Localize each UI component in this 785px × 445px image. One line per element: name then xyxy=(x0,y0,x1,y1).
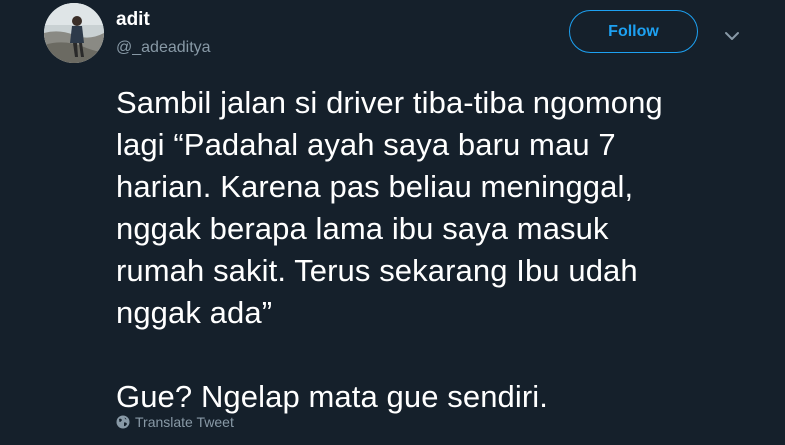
tweet-text: Sambil jalan si driver tiba-tiba ngomong… xyxy=(116,85,663,414)
author-display-name[interactable]: adit xyxy=(116,8,150,32)
avatar-image xyxy=(44,3,104,63)
translate-tweet-link[interactable]: Translate Tweet xyxy=(116,413,234,431)
follow-button[interactable]: Follow xyxy=(569,10,698,53)
tweet-card: adit @_adeaditya Follow Sambil jalan si … xyxy=(0,0,785,445)
avatar[interactable] xyxy=(44,3,104,63)
author-handle[interactable]: @_adeaditya xyxy=(116,38,211,58)
translate-tweet-label: Translate Tweet xyxy=(135,414,234,430)
more-options-button[interactable] xyxy=(716,22,748,50)
globe-icon xyxy=(116,415,130,429)
chevron-down-icon xyxy=(725,32,739,40)
